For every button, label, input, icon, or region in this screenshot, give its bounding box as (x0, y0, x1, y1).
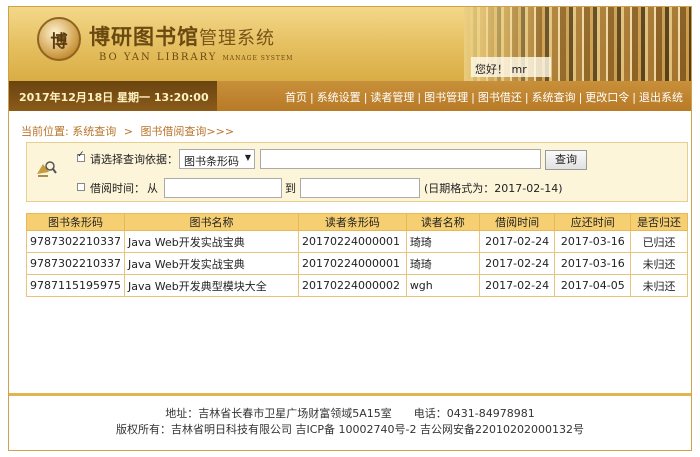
footer-copyright: 版权所有：吉林省明日科技有限公司 吉ICP备 10002740号-2 吉公网安备… (116, 423, 584, 436)
borrow-records-table: 图书条形码 图书名称 读者条形码 读者名称 借阅时间 应还时间 是否归还 978… (26, 213, 688, 297)
nav-bar: 2017年12月18日 星期一 13:20:00 首页 | 系统设置 | 读者管理 | 图书… (9, 81, 691, 111)
site-title-sub: 管理系统 (199, 28, 275, 49)
criteria-checkbox[interactable] (77, 150, 85, 162)
datetime-box: 2017年12月18日 星期一 13:20:00 (9, 81, 217, 111)
table-row: 9787115195975 Java Web开发典型模块大全 201702240… (26, 274, 688, 297)
borrow-date-checkbox[interactable] (77, 183, 85, 191)
user-greeting: 您好！ mr (475, 63, 527, 76)
nav-change-password[interactable]: 更改口令 (585, 91, 629, 104)
date-to-label: 到 (285, 182, 296, 195)
cell-reader-name: 琦琦 (405, 252, 480, 275)
nav-separator: | (417, 91, 422, 104)
app-frame: 博 博研图书馆管理系统 BO YAN LIBRARY MANAGE SYSTEM… (8, 6, 692, 451)
footer-divider (9, 393, 691, 396)
date-to-input[interactable] (300, 178, 420, 198)
nav-separator: | (524, 91, 529, 104)
site-title-english-sub: MANAGE SYSTEM (222, 55, 294, 62)
cell-reader-barcode: 20170224000001 (298, 252, 407, 275)
col-reader-barcode: 读者条形码 (298, 213, 407, 231)
breadcrumb-arrow: > (123, 125, 133, 138)
site-title: 博研图书馆管理系统 (89, 21, 275, 51)
breadcrumb: 当前位置: 系统查询 > 图书借阅查询>>> (21, 123, 234, 139)
chevron-down-icon: ▼ (244, 153, 251, 162)
nav-book-management[interactable]: 图书管理 (424, 91, 468, 104)
site-title-main: 博研图书馆 (89, 24, 199, 49)
cell-book-name: Java Web开发实战宝典 (123, 230, 300, 253)
current-datetime: 2017年12月18日 星期一 13:20:00 (19, 91, 209, 104)
table-header-row: 图书条形码 图书名称 读者条形码 读者名称 借阅时间 应还时间 是否归还 (26, 213, 688, 231)
breadcrumb-borrow-query: 图书借阅查询>>> (140, 125, 235, 138)
cell-book-name: Java Web开发实战宝典 (123, 252, 300, 275)
nav-reader-management[interactable]: 读者管理 (370, 91, 414, 104)
cell-borrow-date: 2017-02-24 (478, 230, 556, 253)
cell-book-name: Java Web开发典型模块大全 (123, 274, 300, 297)
breadcrumb-system-query[interactable]: 系统查询 (72, 125, 116, 138)
nav-separator: | (363, 91, 368, 104)
site-title-english: BO YAN LIBRARY MANAGE SYSTEM (99, 52, 293, 63)
col-due-date: 应还时间 (554, 213, 632, 231)
main-nav: 首页 | 系统设置 | 读者管理 | 图书管理 | 图书借还 | 系统查询 | 更改口令 | 退出系统 (285, 89, 683, 105)
nav-system-query[interactable]: 系统查询 (532, 91, 576, 104)
cell-book-barcode: 9787302210337 (26, 252, 125, 275)
criteria-label: 请选择查询依据： (90, 153, 178, 166)
date-from-label: 从 (147, 182, 158, 195)
search-person-icon (37, 161, 57, 177)
col-borrow-date: 借阅时间 (478, 213, 556, 231)
library-seal-icon: 博 (37, 17, 81, 61)
col-reader-name: 读者名称 (405, 213, 480, 231)
date-from-input[interactable] (164, 178, 282, 198)
search-input[interactable] (260, 149, 541, 169)
cell-book-barcode: 9787302210337 (26, 230, 125, 253)
table-row: 9787302210337 Java Web开发实战宝典 20170224000… (26, 252, 688, 275)
table-row: 9787302210337 Java Web开发实战宝典 20170224000… (26, 230, 688, 253)
borrow-date-label: 借阅时间： (90, 182, 145, 195)
cell-reader-barcode: 20170224000001 (298, 230, 407, 253)
col-book-barcode: 图书条形码 (26, 213, 125, 231)
cell-reader-name: 琦琦 (405, 230, 480, 253)
criteria-select[interactable]: 图书条形码 ▼ (179, 149, 255, 169)
criteria-select-value: 图书条形码 (184, 155, 239, 168)
nav-logout[interactable]: 退出系统 (639, 91, 683, 104)
cell-borrow-date: 2017-02-24 (478, 252, 556, 275)
site-title-english-main: BO YAN LIBRARY (99, 52, 218, 63)
query-panel: 请选择查询依据： 图书条形码 ▼ 查询 借阅时间： 从 到 (日期格式为：201… (26, 142, 688, 202)
cell-due-date: 2017-03-16 (554, 252, 632, 275)
col-returned: 是否归还 (630, 213, 688, 231)
nav-home[interactable]: 首页 (285, 91, 307, 104)
nav-borrow-return[interactable]: 图书借还 (478, 91, 522, 104)
nav-separator: | (632, 91, 636, 104)
col-book-name: 图书名称 (123, 213, 300, 231)
date-format-hint: (日期格式为：2017-02-14) (424, 182, 563, 195)
nav-separator: | (578, 91, 583, 104)
nav-separator: | (471, 91, 475, 104)
cell-reader-barcode: 20170224000002 (298, 274, 407, 297)
footer-address: 地址：吉林省长春市卫星广场财富领域5A15室 电话：0431-84978981 (165, 407, 535, 420)
cell-due-date: 2017-04-05 (554, 274, 632, 297)
cell-borrow-date: 2017-02-24 (478, 274, 556, 297)
cell-due-date: 2017-03-16 (554, 230, 632, 253)
nav-system-settings[interactable]: 系统设置 (317, 91, 361, 104)
cell-book-barcode: 9787115195975 (26, 274, 125, 297)
nav-separator: | (309, 91, 314, 104)
cell-reader-name: wgh (405, 274, 480, 297)
search-button[interactable]: 查询 (545, 150, 587, 170)
header-banner: 博 博研图书馆管理系统 BO YAN LIBRARY MANAGE SYSTEM… (9, 7, 691, 81)
cell-returned: 未归还 (630, 252, 688, 275)
cell-returned: 未归还 (630, 274, 688, 297)
cell-returned: 已归还 (630, 230, 688, 253)
breadcrumb-prefix: 当前位置: (21, 125, 69, 138)
